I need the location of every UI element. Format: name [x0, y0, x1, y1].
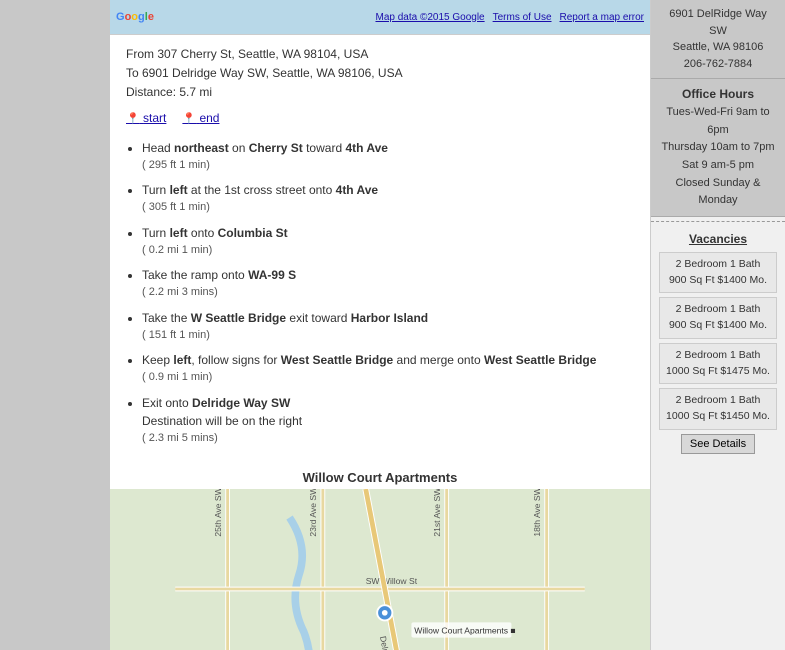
map-svg: 25th Ave SW 23rd Ave SW 21st Ave SW 18th… — [110, 489, 650, 650]
distance-line: Distance: 5.7 mi — [126, 83, 634, 102]
vacancy-2: 2 Bedroom 1 Bath 900 Sq Ft $1400 Mo. — [659, 297, 777, 339]
location-dot — [382, 610, 388, 616]
vacancies-section: Vacancies 2 Bedroom 1 Bath 900 Sq Ft $14… — [651, 226, 785, 650]
vacancy-1-line2: 900 Sq Ft $1400 Mo. — [664, 273, 772, 289]
report-link[interactable]: Report a map error — [560, 12, 644, 23]
step-7-detail: ( 2.3 mi 5 mins) — [142, 430, 634, 447]
map-top: Google Map data ©2015 Google Terms of Us… — [110, 0, 650, 35]
map-bottom: 25th Ave SW 23rd Ave SW 21st Ave SW 18th… — [110, 489, 650, 650]
road-willow: SW Willow St — [366, 576, 418, 586]
from-line: From 307 Cherry St, Seattle, WA 98104, U… — [126, 45, 634, 64]
phone: 206-762-7884 — [659, 56, 777, 73]
vacancy-2-line1: 2 Bedroom 1 Bath — [664, 302, 772, 318]
address-line2: Seattle, WA 98106 — [659, 39, 777, 56]
see-details-button[interactable]: See Details — [681, 434, 755, 454]
right-top-address: 6901 DelRidge Way SW Seattle, WA 98106 2… — [651, 0, 785, 79]
step-6: Keep left, follow signs for West Seattle… — [142, 351, 634, 386]
vacancy-1-line1: 2 Bedroom 1 Bath — [664, 257, 772, 273]
step-5-detail: ( 151 ft 1 min) — [142, 327, 634, 344]
road-23rd: 23rd Ave SW — [308, 489, 318, 537]
step-7: Exit onto Delridge Way SW Destination wi… — [142, 394, 634, 447]
vacancies-title: Vacancies — [659, 232, 777, 246]
steps-ul: Head northeast on Cherry St toward 4th A… — [126, 139, 634, 447]
address-line1: 6901 DelRidge Way SW — [659, 6, 777, 39]
vacancy-3-line2: 1000 Sq Ft $1475 Mo. — [664, 364, 772, 380]
step-3-detail: ( 0.2 mi 1 min) — [142, 242, 634, 259]
step-2: Turn left at the 1st cross street onto 4… — [142, 181, 634, 216]
terms-link[interactable]: Terms of Use — [493, 12, 552, 23]
office-hours-title: Office Hours — [659, 85, 777, 104]
right-sidebar: 6901 DelRidge Way SW Seattle, WA 98106 2… — [650, 0, 785, 650]
map-top-controls: Map data ©2015 Google Terms of Use Repor… — [375, 12, 644, 23]
step-2-detail: ( 305 ft 1 min) — [142, 199, 634, 216]
google-logo: Google — [116, 11, 154, 23]
step-1-detail: ( 295 ft 1 min) — [142, 157, 634, 174]
left-sidebar — [0, 0, 110, 650]
hours-line2: Thursday 10am to 7pm — [659, 139, 777, 157]
vacancy-4-line1: 2 Bedroom 1 Bath — [664, 393, 772, 409]
vacancy-1: 2 Bedroom 1 Bath 900 Sq Ft $1400 Mo. — [659, 252, 777, 294]
vacancy-4-line2: 1000 Sq Ft $1450 Mo. — [664, 409, 772, 425]
office-hours-section: Office Hours Tues-Wed-Fri 9am to 6pm Thu… — [651, 79, 785, 217]
step-4-detail: ( 2.2 mi 3 mins) — [142, 284, 634, 301]
map-data-label: Map data ©2015 Google — [375, 12, 484, 23]
divider — [651, 221, 785, 222]
step-3: Turn left onto Columbia St ( 0.2 mi 1 mi… — [142, 224, 634, 259]
hours-line3: Sat 9 am-5 pm — [659, 157, 777, 175]
step-5: Take the W Seattle Bridge exit toward Ha… — [142, 309, 634, 344]
hours-line4: Closed Sunday & Monday — [659, 175, 777, 210]
start-link[interactable]: start — [126, 111, 166, 125]
road-18th: 18th Ave SW — [532, 489, 542, 537]
steps-list: Head northeast on Cherry St toward 4th A… — [110, 135, 650, 465]
directions-section: From 307 Cherry St, Seattle, WA 98104, U… — [110, 35, 650, 135]
hours-line1: Tues-Wed-Fri 9am to 6pm — [659, 104, 777, 139]
end-pin-icon — [182, 111, 196, 125]
vacancy-3: 2 Bedroom 1 Bath 1000 Sq Ft $1475 Mo. — [659, 343, 777, 385]
start-pin-icon — [126, 111, 140, 125]
main-content: Google Map data ©2015 Google Terms of Us… — [110, 0, 650, 650]
road-25th: 25th Ave SW — [213, 489, 223, 537]
road-21st: 21st Ave SW — [432, 489, 442, 537]
end-link[interactable]: end — [182, 111, 219, 125]
apt-label-text: Willow Court Apartments ■ — [414, 626, 515, 636]
step-1: Head northeast on Cherry St toward 4th A… — [142, 139, 634, 174]
step-4: Take the ramp onto WA-99 S ( 2.2 mi 3 mi… — [142, 266, 634, 301]
vacancy-4: 2 Bedroom 1 Bath 1000 Sq Ft $1450 Mo. — [659, 388, 777, 430]
vacancy-3-line1: 2 Bedroom 1 Bath — [664, 348, 772, 364]
vacancy-2-line2: 900 Sq Ft $1400 Mo. — [664, 318, 772, 334]
start-end-links: start end — [126, 111, 634, 125]
to-line: To 6901 Delridge Way SW, Seattle, WA 981… — [126, 64, 634, 83]
location-label: Willow Court Apartments — [110, 464, 650, 489]
step-6-detail: ( 0.9 mi 1 min) — [142, 369, 634, 386]
from-to: From 307 Cherry St, Seattle, WA 98104, U… — [126, 45, 634, 103]
